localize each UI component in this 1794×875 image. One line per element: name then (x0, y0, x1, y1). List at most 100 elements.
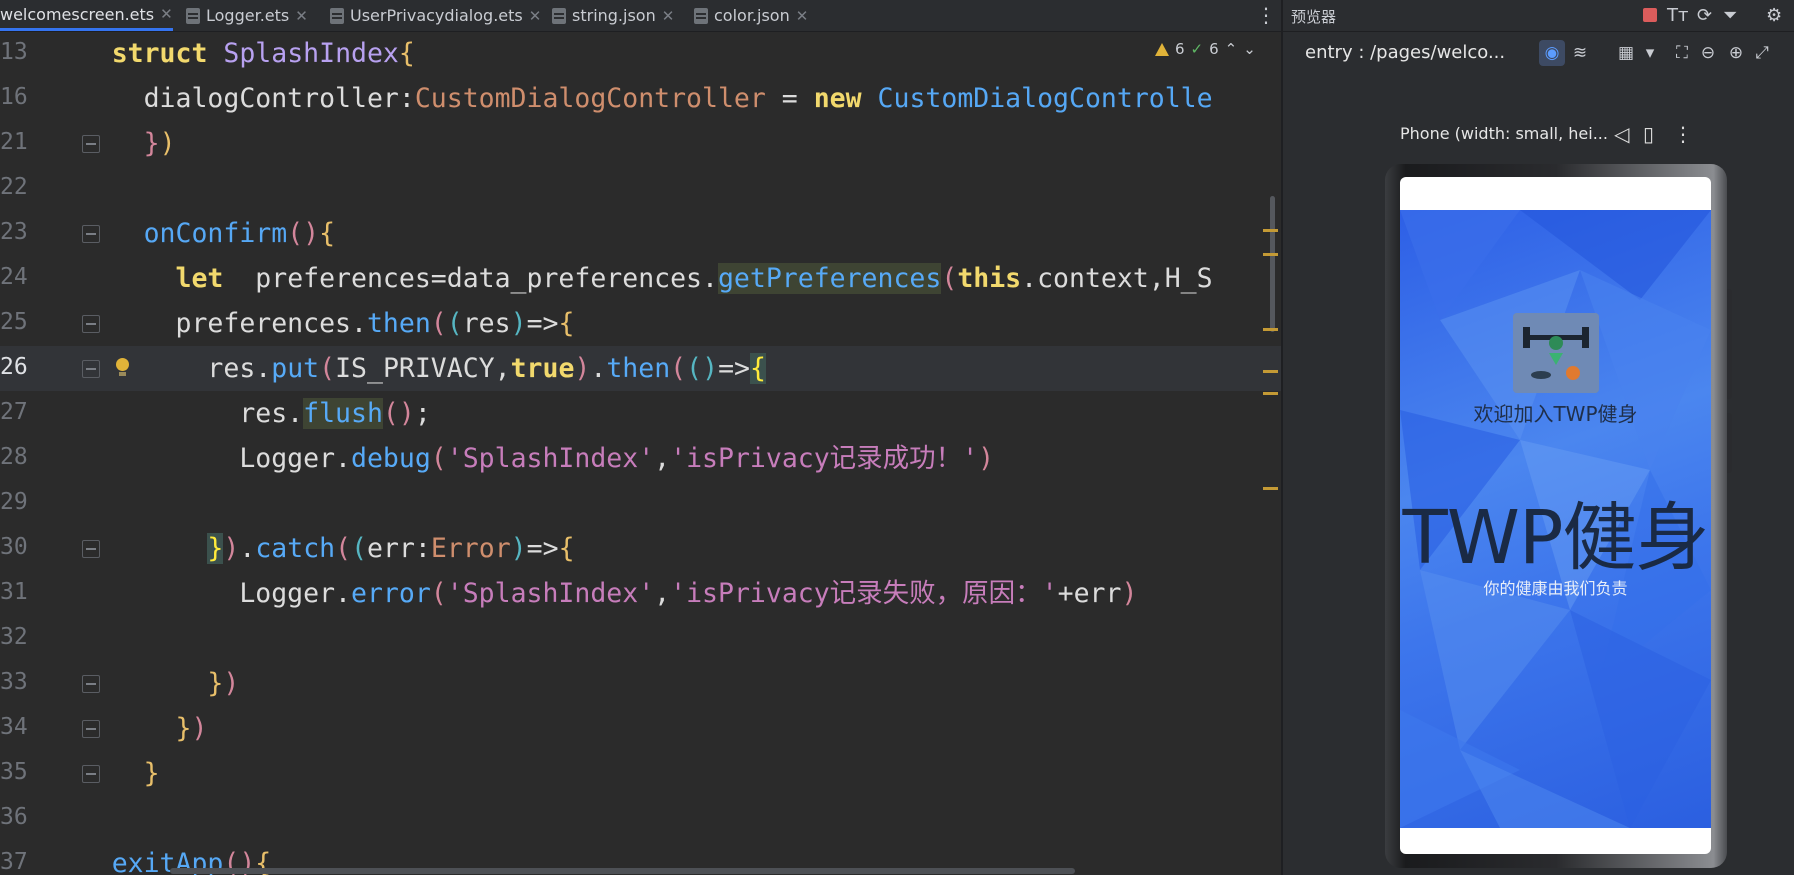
previewer-title: 预览器 (1291, 8, 1337, 26)
editor-tab-bar: welcomescreen.ets ✕ Logger.ets ✕ UserPri… (0, 0, 1281, 32)
line-number: 22 (0, 174, 28, 200)
file-icon (694, 7, 708, 24)
line-number: 27 (0, 399, 28, 425)
fold-icon[interactable] (82, 540, 100, 558)
fold-icon[interactable] (82, 225, 100, 243)
code-line-current: res.put(IS_PRIVACY,true).then(()=>{ (0, 346, 1281, 391)
close-icon[interactable]: ✕ (160, 5, 173, 23)
warning-marker[interactable] (1263, 370, 1278, 373)
code-line: }) (143, 128, 176, 159)
phone-screen[interactable]: 欢迎加入TWP健身 TWP健身 你的健康由我们负责 (1400, 177, 1711, 854)
previewer-panel: 预览器 Tт ⟳ ⏷ ⚙ entry : /pages/welco... ◉ ≋… (1282, 0, 1794, 875)
foldable-icon[interactable]: ▯ (1643, 122, 1654, 146)
line-number: 23 (0, 219, 28, 245)
code-line: }).catch((err:Error)=>{ (207, 533, 575, 564)
app-subtitle: 你的健康由我们负责 (1483, 579, 1628, 598)
device-label[interactable]: Phone (width: small, hei... (1400, 124, 1608, 143)
app-logo (1513, 313, 1599, 393)
font-size-icon[interactable]: Tт (1667, 5, 1688, 26)
line-number: 35 (0, 759, 28, 785)
line-number: 25 (0, 309, 28, 335)
tab-welcomescreen[interactable]: welcomescreen.ets ✕ (0, 0, 173, 31)
tab-label: Logger.ets (206, 6, 290, 25)
line-number: 26 (0, 354, 28, 380)
code-line: onConfirm(){ (143, 218, 336, 249)
more-tabs-icon[interactable]: ⋮ (1256, 3, 1276, 27)
phone-frame: 欢迎加入TWP健身 TWP健身 你的健康由我们负责 (1385, 164, 1727, 868)
close-icon[interactable]: ✕ (662, 7, 675, 25)
close-icon[interactable]: ✕ (529, 7, 542, 25)
horizontal-scrollbar[interactable] (170, 868, 1075, 874)
warning-marker[interactable] (1263, 328, 1278, 331)
device-bar: Phone (width: small, hei... ◁ ▯ ⋮ (1283, 122, 1794, 150)
line-number: 31 (0, 579, 28, 605)
fold-icon[interactable] (82, 135, 100, 153)
line-number: 24 (0, 264, 28, 290)
chevron-down-icon[interactable]: ⌄ (1243, 40, 1256, 58)
fit-screen-icon[interactable]: ⤢ (1749, 40, 1775, 66)
zoom-in-icon[interactable]: ⊕ (1723, 40, 1749, 66)
refresh-icon[interactable]: ⟳ (1697, 5, 1712, 26)
line-number: 16 (0, 84, 28, 110)
line-number: 29 (0, 489, 28, 515)
warning-count: 6 (1175, 40, 1185, 58)
code-area[interactable]: struct SplashIndex{ dialogController:Cus… (0, 31, 1281, 875)
line-number: 36 (0, 804, 28, 830)
file-icon (330, 7, 344, 24)
page-path[interactable]: entry : /pages/welco... (1305, 42, 1505, 63)
filter-icon[interactable]: ⏷ (1723, 5, 1737, 26)
settings-icon[interactable]: ⚙ (1766, 5, 1782, 26)
app-background: 欢迎加入TWP健身 TWP健身 你的健康由我们负责 (1400, 210, 1711, 828)
line-number: 28 (0, 444, 28, 470)
warning-marker[interactable] (1263, 253, 1278, 256)
zoom-out-icon[interactable]: ⊖ (1695, 40, 1721, 66)
previewer-titlebar: 预览器 Tт ⟳ ⏷ ⚙ (1283, 0, 1794, 32)
line-number: 32 (0, 624, 28, 650)
warning-marker[interactable] (1263, 487, 1278, 490)
chevron-up-icon[interactable]: ⌃ (1225, 40, 1238, 58)
vertical-scrollbar[interactable] (1270, 196, 1275, 332)
warning-marker[interactable] (1263, 392, 1278, 395)
line-number: 30 (0, 534, 28, 560)
stop-icon[interactable] (1643, 8, 1657, 22)
tab-label: string.json (572, 6, 656, 25)
fold-icon[interactable] (82, 765, 100, 783)
dropdown-icon[interactable]: ▾ (1637, 40, 1663, 66)
warning-marker[interactable] (1263, 229, 1278, 232)
grid-icon[interactable]: ▦ (1613, 40, 1639, 66)
fold-icon[interactable] (82, 720, 100, 738)
inspector-eye-icon[interactable]: ◉ (1539, 40, 1565, 66)
lightbulb-icon[interactable] (116, 358, 130, 376)
editor-gutter: 13 16 21 22 23 24 25 26 27 28 29 30 31 3… (0, 31, 129, 875)
previewer-toolbar: entry : /pages/welco... ◉ ≋ ▦ ▾ ⛶ ⊖ ⊕ ⤢ (1283, 36, 1794, 70)
file-icon (186, 7, 200, 24)
code-line: res.flush(); (0, 398, 431, 429)
code-line: preferences.then((res)=>{ (0, 308, 575, 339)
code-line: }) (175, 713, 208, 744)
tab-logger[interactable]: Logger.ets ✕ (186, 0, 308, 31)
code-line: } (143, 758, 160, 789)
code-editor[interactable]: welcomescreen.ets ✕ Logger.ets ✕ UserPri… (0, 0, 1281, 875)
tab-color-json[interactable]: color.json ✕ (694, 0, 808, 31)
close-icon[interactable]: ✕ (796, 7, 809, 25)
code-line: Logger.error('SplashIndex','isPrivacy记录失… (0, 578, 1138, 609)
code-line: dialogController:CustomDialogController … (0, 83, 1213, 114)
inspection-widget[interactable]: 6 ✓ 6 ⌃ ⌄ (1155, 40, 1256, 58)
rotate-icon[interactable]: ◁ (1614, 122, 1629, 146)
fold-icon[interactable] (82, 675, 100, 693)
line-number: 37 (0, 849, 28, 875)
close-icon[interactable]: ✕ (295, 7, 308, 25)
tab-string-json[interactable]: string.json ✕ (552, 0, 674, 31)
code-line: Logger.debug('SplashIndex','isPrivacy记录成… (0, 443, 995, 474)
more-icon[interactable]: ⋮ (1673, 122, 1693, 146)
layers-icon[interactable]: ≋ (1567, 40, 1593, 66)
fold-icon[interactable] (82, 315, 100, 333)
tab-label: UserPrivacydialog.ets (350, 6, 523, 25)
line-number: 34 (0, 714, 28, 740)
fold-icon[interactable] (82, 360, 100, 378)
tab-userprivacydialog[interactable]: UserPrivacydialog.ets ✕ (330, 0, 541, 31)
frame-icon[interactable]: ⛶ (1669, 40, 1695, 66)
